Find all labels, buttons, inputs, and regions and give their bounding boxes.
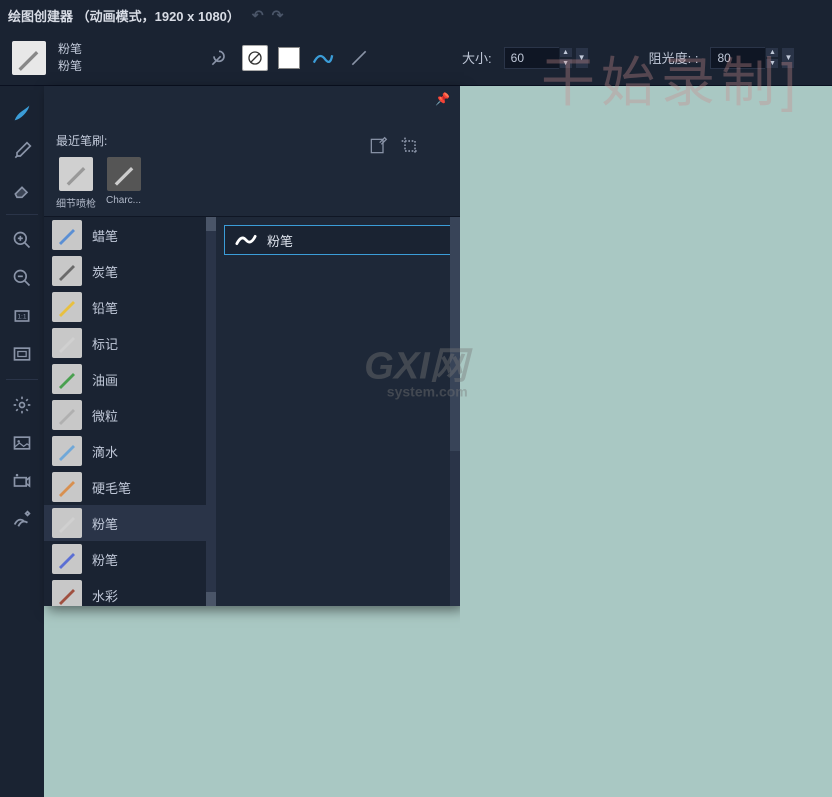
recent-brush-caption: 细节喷枪 <box>56 195 96 210</box>
scroll-up-icon[interactable] <box>450 217 460 231</box>
opacity-up-button[interactable]: ▲ <box>765 47 779 58</box>
scroll-down-icon[interactable] <box>450 231 460 451</box>
opacity-down-button[interactable]: ▼ <box>765 58 779 69</box>
category-label: 粉笔 <box>92 550 118 569</box>
category-thumb-icon <box>52 364 82 394</box>
brush-category-item[interactable]: 滴水 <box>44 433 216 469</box>
variant-scrollbar[interactable] <box>450 217 460 606</box>
crop-icon[interactable] <box>400 136 420 156</box>
category-thumb-icon <box>52 400 82 430</box>
recent-brush-thumb-icon <box>107 157 141 191</box>
category-label: 滴水 <box>92 442 118 461</box>
opacity-spinner[interactable]: ▲ ▼ ▼ <box>710 47 795 69</box>
size-dropdown-button[interactable]: ▼ <box>575 47 589 69</box>
category-label: 硬毛笔 <box>92 478 131 497</box>
category-label: 水彩 <box>92 586 118 605</box>
category-thumb-icon <box>52 508 82 538</box>
brush-variant-label: 粉笔 <box>58 58 82 75</box>
brush-category-item[interactable]: 蜡笔 <box>44 217 216 253</box>
brush-variant-list: 粉笔 <box>216 217 460 606</box>
pin-icon[interactable]: 📌 <box>435 92 450 106</box>
size-down-button[interactable]: ▼ <box>559 58 573 69</box>
category-thumb-icon <box>52 328 82 358</box>
no-entry-icon[interactable] <box>242 45 268 71</box>
effects-button[interactable] <box>4 502 40 536</box>
category-label: 粉笔 <box>92 514 118 533</box>
recent-brush-caption: Charc... <box>106 195 141 206</box>
chalk-stroke-icon <box>235 232 257 248</box>
recent-brush-thumb-icon <box>59 157 93 191</box>
size-up-button[interactable]: ▲ <box>559 47 573 58</box>
zoom-in-button[interactable] <box>4 223 40 257</box>
fit-screen-button[interactable] <box>4 337 40 371</box>
window-title: 绘图创建器 （动画模式，1920 x 1080） <box>8 6 240 25</box>
recent-brushes-label: 最近笔刷: <box>56 132 141 149</box>
category-label: 微粒 <box>92 406 118 425</box>
size-spinner[interactable]: ▲ ▼ ▼ <box>504 47 589 69</box>
canvas[interactable] <box>460 86 832 797</box>
category-thumb-icon <box>52 220 82 250</box>
line-tool-icon[interactable] <box>346 45 372 71</box>
actual-size-button[interactable]: 1:1 <box>4 299 40 333</box>
category-label: 油画 <box>92 370 118 389</box>
category-label: 蜡笔 <box>92 226 118 245</box>
brush-category-item[interactable]: 粉笔 <box>44 505 216 541</box>
sidebar: 1:1 <box>0 86 44 797</box>
category-thumb-icon <box>52 256 82 286</box>
eraser-tool-button[interactable] <box>4 172 40 206</box>
category-thumb-icon <box>52 544 82 574</box>
brush-tool-button[interactable] <box>4 96 40 130</box>
variant-label: 粉笔 <box>267 231 293 250</box>
category-thumb-icon <box>52 472 82 502</box>
eyedropper-tool-button[interactable] <box>4 134 40 168</box>
stroke-preview-icon[interactable] <box>310 45 336 71</box>
opacity-input[interactable] <box>710 47 766 69</box>
brush-reset-icon[interactable] <box>206 45 232 71</box>
brush-category-item[interactable]: 微粒 <box>44 397 216 433</box>
recent-brush-item[interactable]: Charc... <box>106 157 141 210</box>
size-label: 大小: <box>462 48 492 67</box>
brush-name-block: 粉笔 粉笔 <box>58 41 82 75</box>
category-label: 炭笔 <box>92 262 118 281</box>
svg-text:1:1: 1:1 <box>17 314 27 321</box>
camera-button[interactable] <box>4 464 40 498</box>
brush-category-label: 粉笔 <box>58 41 82 58</box>
redo-icon[interactable]: ↷ <box>272 7 284 24</box>
category-thumb-icon <box>52 580 82 606</box>
undo-icon[interactable]: ↶ <box>252 7 264 24</box>
category-label: 标记 <box>92 334 118 353</box>
brush-category-item[interactable]: 水彩 <box>44 577 216 606</box>
edit-icon[interactable] <box>368 136 388 156</box>
brush-category-list: 蜡笔炭笔铅笔标记油画微粒滴水硬毛笔粉笔粉笔水彩 <box>44 217 216 606</box>
scroll-down-icon[interactable] <box>206 592 216 606</box>
brush-category-item[interactable]: 油画 <box>44 361 216 397</box>
size-input[interactable] <box>504 47 560 69</box>
zoom-out-button[interactable] <box>4 261 40 295</box>
settings-button[interactable] <box>4 388 40 422</box>
image-button[interactable] <box>4 426 40 460</box>
brush-category-item[interactable]: 硬毛笔 <box>44 469 216 505</box>
category-thumb-icon <box>52 436 82 466</box>
toolbar: 粉笔 粉笔 大小: ▲ ▼ ▼ 阻光度: : ▲ ▼ ▼ <box>0 30 832 86</box>
brush-category-item[interactable]: 炭笔 <box>44 253 216 289</box>
brush-category-item[interactable]: 标记 <box>44 325 216 361</box>
recent-brush-item[interactable]: 细节喷枪 <box>56 157 96 210</box>
opacity-dropdown-button[interactable]: ▼ <box>781 47 795 69</box>
titlebar: 绘图创建器 （动画模式，1920 x 1080） ↶ ↷ <box>0 0 832 30</box>
brush-preview[interactable] <box>12 41 46 75</box>
brush-panel: 📌 最近笔刷: 细节喷枪 Charc... <box>44 86 460 606</box>
scroll-up-icon[interactable] <box>206 217 216 231</box>
color-swatch[interactable] <box>278 47 300 69</box>
category-thumb-icon <box>52 292 82 322</box>
category-label: 铅笔 <box>92 298 118 317</box>
brush-category-item[interactable]: 粉笔 <box>44 541 216 577</box>
brush-variant-item[interactable]: 粉笔 <box>224 225 452 255</box>
category-scrollbar[interactable] <box>206 217 216 606</box>
opacity-label: 阻光度: : <box>649 48 699 67</box>
brush-category-item[interactable]: 铅笔 <box>44 289 216 325</box>
